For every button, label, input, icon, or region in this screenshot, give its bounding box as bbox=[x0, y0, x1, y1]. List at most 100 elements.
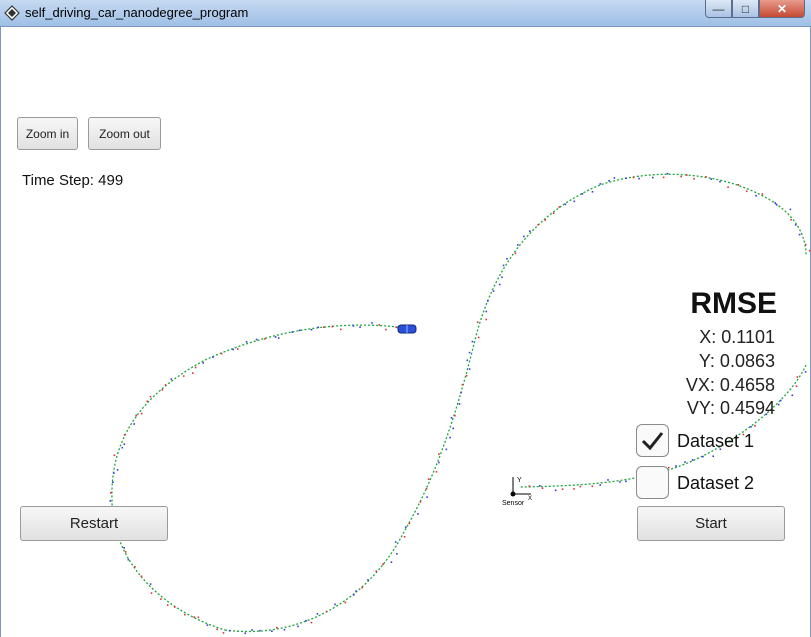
zoom-out-button[interactable]: Zoom out bbox=[88, 117, 161, 150]
measurement-point bbox=[529, 230, 531, 232]
measurement-point bbox=[276, 626, 278, 629]
measurement-point bbox=[750, 426, 752, 428]
measurement-point bbox=[779, 399, 782, 402]
measurement-point bbox=[445, 448, 448, 451]
measurement-point bbox=[599, 484, 601, 486]
measurement-point bbox=[537, 223, 539, 226]
measurement-point bbox=[468, 351, 471, 354]
measurement-point bbox=[632, 176, 635, 179]
measurement-point bbox=[184, 613, 186, 616]
measurement-point bbox=[426, 496, 428, 498]
measurement-point bbox=[809, 249, 811, 252]
measurement-point bbox=[754, 424, 756, 427]
measurement-point bbox=[425, 487, 428, 490]
measurement-point bbox=[305, 620, 307, 622]
measurement-point bbox=[382, 563, 384, 566]
measurement-point bbox=[449, 436, 451, 439]
measurement-point bbox=[581, 193, 584, 195]
measurement-point bbox=[149, 583, 152, 585]
measurement-point bbox=[216, 628, 218, 631]
measurement-point bbox=[212, 356, 214, 358]
measurement-point bbox=[408, 522, 411, 525]
measurement-point bbox=[316, 613, 319, 615]
measurement-point bbox=[395, 326, 397, 329]
dataset-2-label[interactable]: Dataset 2 bbox=[677, 473, 754, 494]
measurement-point bbox=[394, 541, 397, 543]
measurement-point bbox=[755, 194, 757, 197]
measurement-point bbox=[385, 328, 387, 331]
measurement-point bbox=[317, 326, 320, 329]
zoom-in-button[interactable]: Zoom in bbox=[17, 117, 78, 150]
restart-button[interactable]: Restart bbox=[20, 506, 168, 541]
measurement-point bbox=[789, 208, 792, 211]
measurement-point bbox=[255, 338, 258, 341]
measurement-point bbox=[375, 570, 378, 572]
measurement-point bbox=[798, 233, 801, 236]
measurement-point bbox=[133, 423, 135, 425]
measurement-point bbox=[435, 471, 438, 473]
dataset-1-label[interactable]: Dataset 1 bbox=[677, 431, 754, 452]
measurement-point bbox=[523, 235, 525, 238]
measurement-point bbox=[113, 454, 116, 457]
measurement-point bbox=[514, 252, 517, 255]
measurement-point bbox=[112, 481, 114, 483]
measurement-point bbox=[206, 624, 209, 626]
measurement-point bbox=[194, 366, 197, 369]
measurement-point bbox=[460, 391, 462, 394]
measurement-point bbox=[492, 290, 495, 292]
measurement-point bbox=[170, 378, 173, 380]
measurement-point bbox=[579, 485, 582, 488]
measurement-point bbox=[164, 384, 167, 386]
measurement-point bbox=[777, 403, 780, 406]
measurement-point bbox=[310, 328, 313, 331]
measurement-point bbox=[680, 175, 682, 178]
measurement-point bbox=[485, 310, 488, 313]
measurement-point bbox=[361, 586, 363, 589]
measurement-point bbox=[403, 536, 406, 538]
measurement-point bbox=[371, 322, 373, 324]
dataset-2-checkbox[interactable] bbox=[636, 466, 669, 499]
measurement-point bbox=[476, 321, 479, 323]
measurement-point bbox=[222, 632, 225, 634]
measurement-point bbox=[352, 325, 355, 327]
measurement-point bbox=[182, 375, 185, 377]
measurement-point bbox=[710, 178, 712, 180]
measurement-point bbox=[625, 480, 627, 483]
measurement-point bbox=[283, 628, 286, 631]
measurement-point bbox=[774, 202, 776, 204]
measurement-point bbox=[417, 513, 419, 515]
measurement-point bbox=[113, 472, 115, 474]
measurement-point bbox=[161, 389, 164, 391]
measurement-point bbox=[686, 174, 688, 176]
start-button[interactable]: Start bbox=[637, 506, 785, 541]
measurement-point bbox=[298, 329, 301, 332]
measurement-point bbox=[737, 184, 740, 186]
measurement-point bbox=[454, 414, 456, 417]
measurement-point bbox=[745, 190, 748, 193]
measurement-point bbox=[466, 359, 469, 362]
measurement-point bbox=[693, 177, 695, 180]
measurement-point bbox=[461, 383, 464, 386]
measurement-point bbox=[591, 485, 594, 488]
measurement-point bbox=[761, 193, 764, 195]
dataset-1-checkbox[interactable] bbox=[636, 424, 669, 457]
measurement-point bbox=[775, 204, 778, 206]
measurement-point bbox=[796, 376, 799, 378]
measurement-point bbox=[652, 176, 654, 179]
measurement-point bbox=[140, 412, 143, 415]
measurement-point bbox=[173, 606, 176, 608]
measurement-point bbox=[127, 558, 130, 561]
measurement-point bbox=[325, 610, 328, 613]
measurement-point bbox=[438, 461, 440, 464]
measurement-point bbox=[123, 443, 126, 445]
measurement-point bbox=[794, 224, 797, 226]
measurement-point bbox=[323, 326, 325, 328]
measurement-point bbox=[110, 492, 112, 494]
measurement-point bbox=[468, 368, 471, 370]
measurement-point bbox=[691, 459, 694, 461]
measurement-point bbox=[116, 469, 119, 471]
measurement-point bbox=[608, 179, 610, 182]
measurement-point bbox=[477, 336, 480, 339]
measurement-point bbox=[506, 258, 508, 260]
measurement-point bbox=[705, 176, 707, 178]
